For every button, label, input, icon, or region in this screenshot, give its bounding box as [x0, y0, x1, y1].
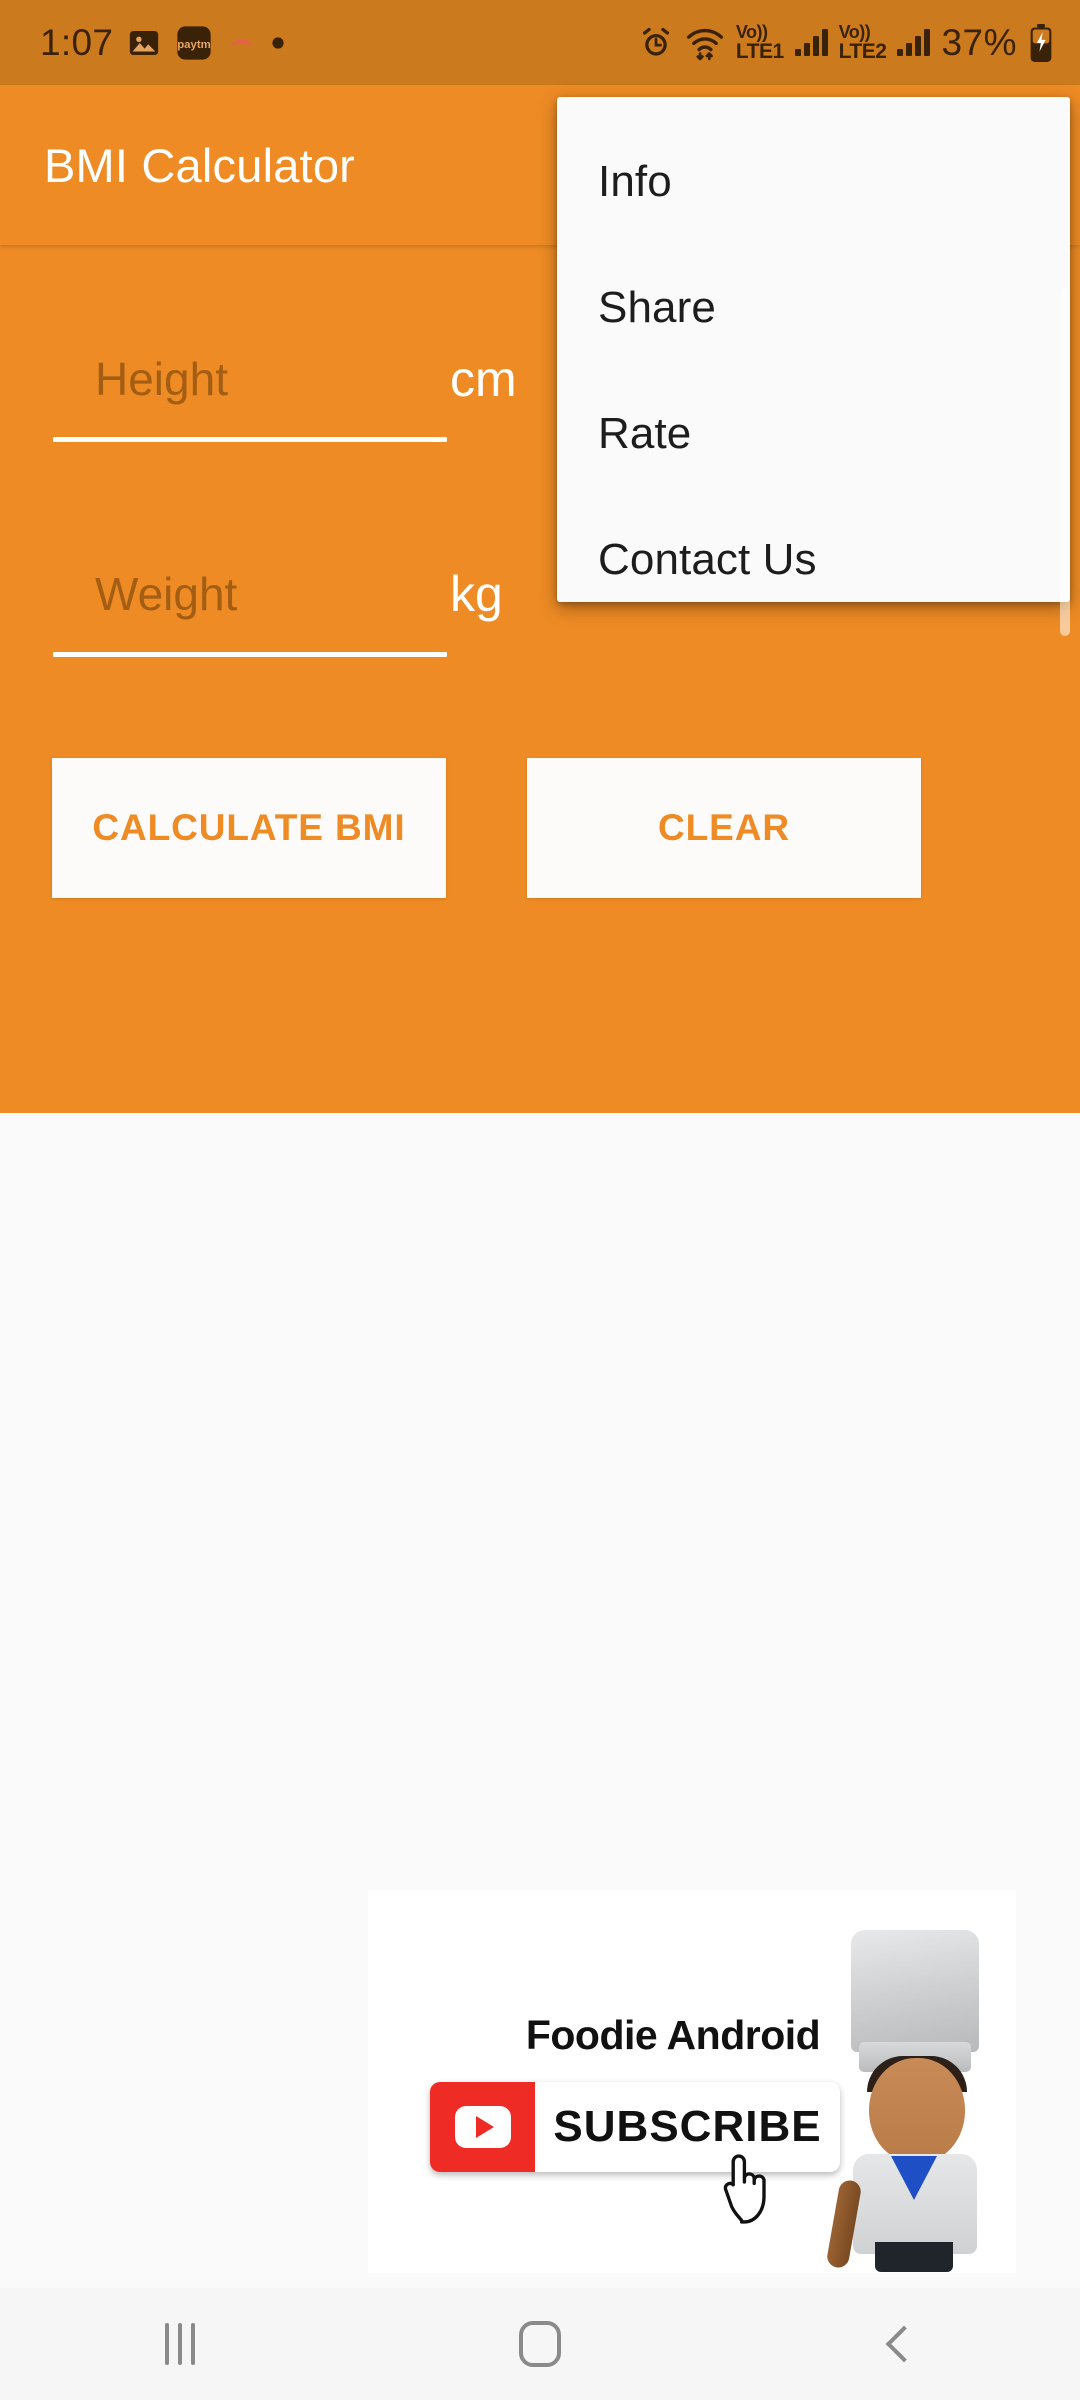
ad-brand-label: Foodie Android — [525, 2012, 821, 2058]
page-title: BMI Calculator — [44, 138, 356, 192]
calculate-bmi-button[interactable]: CALCULATE BMI — [52, 758, 446, 898]
menu-item-rate[interactable]: Rate — [557, 371, 1070, 497]
volte-sim2-label: Vo)) LTE2 — [839, 23, 887, 62]
volte2-top: Vo)) — [838, 22, 871, 42]
svg-text:paytm: paytm — [177, 39, 211, 51]
back-button[interactable] — [720, 2288, 1080, 2400]
signal-bars-sim1-icon — [794, 29, 828, 56]
volte-sim1-label: Vo)) LTE1 — [736, 23, 784, 62]
wifi-icon — [685, 25, 725, 61]
home-button[interactable] — [360, 2288, 720, 2400]
weight-unit-label: kg — [450, 566, 503, 622]
signal-bars-sim2-icon — [897, 29, 931, 56]
navigation-bar — [0, 2288, 1080, 2400]
battery-charging-icon — [1028, 23, 1054, 62]
paytm-icon: paytm — [175, 24, 213, 62]
gallery-icon — [127, 26, 161, 60]
status-bar: 1:07 paytm Vo)) LTE1 Vo)) LTE2 37% — [0, 0, 1080, 85]
recents-icon — [165, 2323, 195, 2365]
volte1-bottom: LTE1 — [735, 40, 784, 63]
weight-underline — [53, 652, 447, 657]
alarm-icon — [638, 25, 674, 61]
dot-icon — [271, 36, 285, 50]
menu-item-share[interactable]: Share — [557, 245, 1070, 371]
height-input[interactable] — [53, 340, 447, 435]
subscribe-label: SUBSCRIBE — [553, 2102, 822, 2151]
ad-banner[interactable]: Foodie Android SUBSCRIBE — [368, 1890, 1016, 2273]
height-unit-label: cm — [450, 351, 517, 407]
youtube-play-icon — [430, 2082, 535, 2172]
menu-scrollbar[interactable] — [1060, 288, 1070, 636]
back-icon — [885, 2325, 923, 2363]
battery-percent-label: 37% — [941, 21, 1017, 63]
status-clock: 1:07 — [40, 21, 114, 63]
status-bar-right: Vo)) LTE1 Vo)) LTE2 37% — [638, 22, 1054, 64]
app-icon — [227, 28, 257, 58]
home-icon — [519, 2321, 561, 2367]
action-button-row: CALCULATE BMI CLEAR — [0, 758, 1080, 898]
menu-item-info[interactable]: Info — [557, 119, 1070, 245]
volte2-bottom: LTE2 — [838, 40, 887, 63]
menu-item-contact-us[interactable]: Contact Us — [557, 497, 1070, 623]
recents-button[interactable] — [0, 2288, 360, 2400]
subscribe-button[interactable]: SUBSCRIBE — [430, 2082, 840, 2172]
chef-mascot-image — [823, 1930, 1008, 2272]
status-bar-left: 1:07 paytm — [40, 22, 285, 64]
height-underline — [53, 437, 447, 442]
weight-input[interactable] — [53, 555, 447, 650]
clear-button[interactable]: CLEAR — [527, 758, 921, 898]
volte1-top: Vo)) — [735, 22, 768, 42]
overflow-menu: Info Share Rate Contact Us — [557, 97, 1070, 602]
